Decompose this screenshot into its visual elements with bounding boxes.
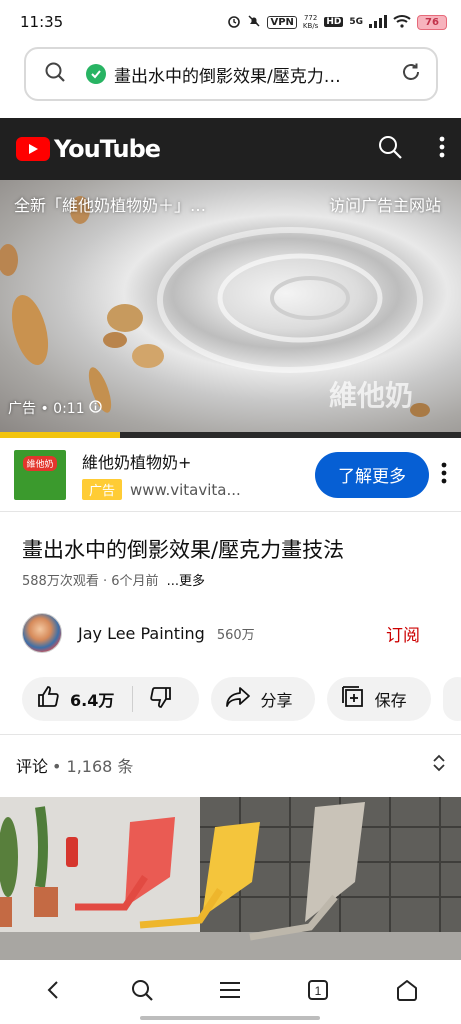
share-button[interactable]: 分享 (210, 677, 315, 721)
ad-product-name: 維他奶植物奶+ (82, 453, 192, 472)
video-title[interactable]: 畫出水中的倒影效果/壓克力畫技法 (22, 534, 344, 564)
share-icon (225, 686, 251, 712)
video-meta-text: 588万次观看 · 6个月前 (22, 574, 159, 589)
back-icon[interactable] (43, 979, 65, 1005)
net-speed-unit: KB/s (302, 22, 319, 30)
chairs-image (0, 797, 461, 960)
like-divider (132, 686, 134, 712)
comments-header[interactable]: 评论 • 1,168 条 (16, 746, 446, 784)
more-actions-pill[interactable] (442, 677, 461, 721)
visit-advertiser-link[interactable]: 访问广告主网站 (329, 192, 441, 216)
svg-text:1: 1 (314, 984, 321, 998)
yt-search-icon[interactable] (377, 134, 403, 164)
save-label: 保存 (374, 691, 407, 710)
youtube-logo-icon[interactable] (16, 137, 50, 161)
comments-count: • 1,168 条 (52, 757, 134, 776)
comments-label: 评论 (16, 757, 49, 776)
dislike-icon[interactable] (149, 685, 173, 713)
subscriber-count: 560万 (216, 627, 255, 643)
wifi-icon (393, 14, 411, 31)
battery-indicator: 76 (417, 14, 447, 30)
net-speed: 772 KB/s (303, 14, 318, 30)
ad-companion-banner[interactable]: 維他奶 維他奶植物奶+ 广告 www.vitavita... 了解更多 (0, 438, 461, 512)
next-video-thumbnail[interactable] (0, 797, 461, 960)
youtube-header: YouTube (0, 118, 461, 180)
home-icon[interactable] (395, 978, 419, 1006)
ad-info[interactable]: 維他奶植物奶+ 广告 www.vitavita... (82, 449, 315, 500)
video-player[interactable]: 全新「維他奶植物奶＋」… 访问广告主网站 广告 • 0:11 維他奶 (0, 180, 461, 432)
learn-more-button[interactable]: 了解更多 (315, 451, 429, 498)
save-playlist-icon (341, 685, 365, 713)
advertiser-thumbnail[interactable]: 維他奶 (14, 449, 66, 500)
like-dislike-pill: 6.4万 (22, 677, 199, 721)
vpn-badge: VPN (267, 15, 297, 29)
ad-time-text: 广告 • 0:11 (8, 401, 85, 417)
alarm-icon (227, 14, 241, 31)
more-link[interactable]: ...更多 (167, 574, 205, 589)
hd-badge: HD (324, 17, 344, 27)
advertiser-thumb-text: 維他奶 (23, 455, 57, 471)
youtube-logo-text[interactable]: YouTube (54, 135, 161, 163)
reload-icon[interactable] (400, 61, 422, 87)
ad-time-label: 广告 • 0:11 (8, 398, 102, 418)
expand-collapse-icon[interactable] (432, 753, 446, 777)
like-icon[interactable] (36, 685, 60, 713)
video-meta[interactable]: 588万次观看 · 6个月前 ...更多 (22, 570, 205, 589)
browser-bottom-nav: 1 (0, 960, 461, 1024)
channel-avatar[interactable] (22, 613, 62, 653)
channel-name[interactable]: Jay Lee Painting (78, 624, 205, 643)
ad-watermark: 維他奶 (328, 379, 413, 412)
system-icons: VPN 772 KB/s HD 5G 76 (227, 14, 447, 31)
ad-badge: 广告 (82, 479, 123, 500)
more-vert-icon[interactable] (439, 136, 445, 162)
search-nav-icon[interactable] (130, 978, 154, 1006)
mute-icon (247, 14, 261, 31)
subscribe-button[interactable]: 订阅 (386, 621, 420, 646)
channel-row[interactable]: Jay Lee Painting 560万 订阅 (22, 610, 442, 656)
browser-address-bar[interactable]: 畫出水中的倒影效果/壓克力… (24, 47, 438, 101)
info-icon[interactable] (88, 399, 102, 417)
save-button[interactable]: 保存 (326, 677, 431, 721)
signal-label: 5G (349, 17, 363, 27)
url-text[interactable]: 畫出水中的倒影效果/壓克力… (114, 62, 400, 87)
net-speed-value: 772 (303, 14, 318, 22)
like-count[interactable]: 6.4万 (70, 687, 114, 711)
ad-url: www.vitavita... (130, 480, 241, 499)
signal-icon (369, 14, 387, 31)
share-label: 分享 (260, 691, 293, 710)
tabs-icon[interactable]: 1 (306, 978, 330, 1006)
status-time: 11:35 (20, 13, 64, 31)
section-divider (0, 734, 461, 735)
ad-video-title[interactable]: 全新「維他奶植物奶＋」… (14, 192, 206, 216)
action-buttons-row: 6.4万 分享 保存 (22, 677, 461, 721)
ad-more-vert-icon[interactable] (441, 462, 447, 488)
shield-check-icon (86, 64, 106, 84)
status-bar: 11:35 VPN 772 KB/s HD 5G 76 (0, 0, 461, 44)
home-indicator (140, 1016, 320, 1020)
search-icon[interactable] (44, 61, 66, 87)
menu-icon[interactable] (219, 980, 241, 1004)
